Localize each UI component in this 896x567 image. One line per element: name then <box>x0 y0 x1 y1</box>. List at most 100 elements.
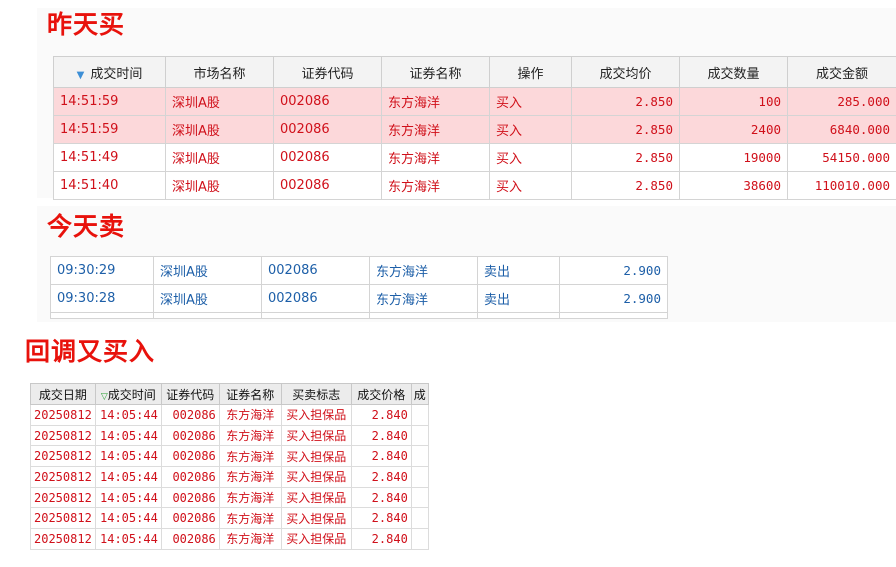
cell-price: 2.840 <box>350 466 412 488</box>
table-header-row: ▼ 成交时间 市场名称 证券代码 证券名称 操作 成交均价 成交数量 成交金额 <box>53 56 896 88</box>
cell-time: 14:51:59 <box>53 115 166 144</box>
column-header-market[interactable]: 市场名称 <box>165 56 274 88</box>
cell-code: 002086 <box>261 256 370 285</box>
cell-date: 20250812 <box>30 466 96 488</box>
cell-market: 深圳A股 <box>153 284 262 313</box>
cell-name: 东方海洋 <box>218 486 282 509</box>
cell-name: 东方海洋 <box>218 445 282 468</box>
cell-code: 002086 <box>160 528 220 550</box>
cell-name: 东方海洋 <box>381 171 490 200</box>
column-header-trade-date[interactable]: 成交日期 <box>30 383 96 405</box>
cell-name: 东方海洋 <box>218 404 282 426</box>
cell-time: 14:05:44 <box>94 486 162 509</box>
column-header-name[interactable]: 证券名称 <box>218 383 282 405</box>
cell-date: 20250812 <box>30 424 96 447</box>
cell-action: 卖出 <box>477 256 560 285</box>
column-header-code[interactable]: 证券代码 <box>160 383 220 405</box>
cell-price: 2.840 <box>350 445 412 468</box>
heading-today-sell: 今天卖 <box>47 212 126 241</box>
cell-code: 002086 <box>160 486 220 509</box>
today-trades-table: 09:30:29 深圳A股 002086 东方海洋 卖出 2.900 09:30… <box>50 256 668 319</box>
table-row[interactable]: 20250812 14:05:44 002086 东方海洋 买入担保品 2.84… <box>30 528 429 550</box>
table-row[interactable]: 14:51:59 深圳A股 002086 东方海洋 买入 2.850 2400 … <box>53 115 896 144</box>
table-row[interactable]: 14:51:40 深圳A股 002086 东方海洋 买入 2.850 38600… <box>53 171 896 200</box>
cell-action: 买入 <box>489 87 572 116</box>
cell-market: 深圳A股 <box>165 115 274 144</box>
cell-code: 002086 <box>273 143 382 172</box>
column-header-code[interactable]: 证券代码 <box>273 56 382 88</box>
cell-time: 14:05:44 <box>94 404 162 426</box>
cell-quantity: 2400 <box>679 115 788 144</box>
cell-action: 卖出 <box>477 284 560 313</box>
table-row[interactable]: 14:51:59 深圳A股 002086 东方海洋 买入 2.850 100 2… <box>53 87 896 116</box>
cell-price: 2.840 <box>350 424 412 447</box>
cell-market: 深圳A股 <box>165 87 274 116</box>
cell-truncated <box>410 445 429 468</box>
table-row[interactable]: 14:51:49 深圳A股 002086 东方海洋 买入 2.850 19000… <box>53 143 896 172</box>
cell-amount: 110010.000 <box>787 171 896 200</box>
cell-date: 20250812 <box>30 507 96 530</box>
cell-truncated <box>410 486 429 509</box>
cell-side: 买入担保品 <box>280 507 352 530</box>
cell-time: 14:05:44 <box>94 528 162 550</box>
cell-code: 002086 <box>273 87 382 116</box>
cell-side: 买入担保品 <box>280 424 352 447</box>
cell-time: 14:05:44 <box>94 445 162 468</box>
table-row[interactable]: 20250812 14:05:44 002086 东方海洋 买入担保品 2.84… <box>30 486 429 509</box>
heading-rebuy: 回调又买入 <box>25 337 156 366</box>
cell-code: 002086 <box>160 445 220 468</box>
cell-market: 深圳A股 <box>165 143 274 172</box>
cell-amount: 6840.000 <box>787 115 896 144</box>
table-row[interactable]: 20250812 14:05:44 002086 东方海洋 买入担保品 2.84… <box>30 445 429 468</box>
column-header-name[interactable]: 证券名称 <box>381 56 490 88</box>
table-row[interactable]: 20250812 14:05:44 002086 东方海洋 买入担保品 2.84… <box>30 424 429 447</box>
column-header-truncated[interactable]: 成 <box>410 383 429 405</box>
cell-truncated <box>410 404 429 426</box>
cell-name: 东方海洋 <box>381 87 490 116</box>
column-header-trade-time[interactable]: ▽成交时间 <box>94 383 162 405</box>
column-header-amount[interactable]: 成交金额 <box>787 56 896 88</box>
cell-price: 2.850 <box>571 143 680 172</box>
column-header-side[interactable]: 买卖标志 <box>280 383 352 405</box>
column-header-avg-price[interactable]: 成交均价 <box>571 56 680 88</box>
cell-truncated <box>410 528 429 550</box>
column-header-quantity[interactable]: 成交数量 <box>679 56 788 88</box>
cell-price: 2.840 <box>350 404 412 426</box>
table-row[interactable]: 20250812 14:05:44 002086 东方海洋 买入担保品 2.84… <box>30 507 429 530</box>
table-row[interactable]: 09:30:28 深圳A股 002086 东方海洋 卖出 2.900 <box>50 284 668 313</box>
cell-name: 东方海洋 <box>218 507 282 530</box>
cell-price: 2.850 <box>571 87 680 116</box>
cell-time: 14:05:44 <box>94 424 162 447</box>
cell-side: 买入担保品 <box>280 528 352 550</box>
cell-code: 002086 <box>160 507 220 530</box>
column-header-action[interactable]: 操作 <box>489 56 572 88</box>
cell-truncated <box>410 424 429 447</box>
cell-name: 东方海洋 <box>369 284 478 313</box>
sort-down-triangle-icon: ▼ <box>76 69 85 81</box>
cell-truncated <box>410 466 429 488</box>
column-header-trade-time[interactable]: ▼ 成交时间 <box>53 56 166 88</box>
yesterday-trades-table: ▼ 成交时间 市场名称 证券代码 证券名称 操作 成交均价 成交数量 成交金额 1… <box>53 56 896 200</box>
rebuy-trades-table: 成交日期 ▽成交时间 证券代码 证券名称 买卖标志 成交价格 成 2025081… <box>30 383 429 550</box>
table-row[interactable]: 20250812 14:05:44 002086 东方海洋 买入担保品 2.84… <box>30 466 429 488</box>
cell-time: 14:05:44 <box>94 507 162 530</box>
cell-date: 20250812 <box>30 486 96 509</box>
table-header-row: 成交日期 ▽成交时间 证券代码 证券名称 买卖标志 成交价格 成 <box>30 383 429 405</box>
cell-time: 09:30:28 <box>50 284 154 313</box>
cell-quantity: 100 <box>679 87 788 116</box>
cell-price: 2.850 <box>571 115 680 144</box>
table-row[interactable]: 20250812 14:05:44 002086 东方海洋 买入担保品 2.84… <box>30 404 429 426</box>
cell-side: 买入担保品 <box>280 445 352 468</box>
cell-time: 14:05:44 <box>94 466 162 488</box>
column-header-price[interactable]: 成交价格 <box>350 383 412 405</box>
cell-market: 深圳A股 <box>153 256 262 285</box>
cell-action: 买入 <box>489 143 572 172</box>
cell-code: 002086 <box>261 284 370 313</box>
cell-name: 东方海洋 <box>369 256 478 285</box>
table-row[interactable]: 09:30:29 深圳A股 002086 东方海洋 卖出 2.900 <box>50 256 668 285</box>
cell-price: 2.840 <box>350 486 412 509</box>
cell-amount: 285.000 <box>787 87 896 116</box>
heading-yesterday-buy: 昨天买 <box>47 10 126 39</box>
cell-code: 002086 <box>273 115 382 144</box>
cell-code: 002086 <box>160 466 220 488</box>
